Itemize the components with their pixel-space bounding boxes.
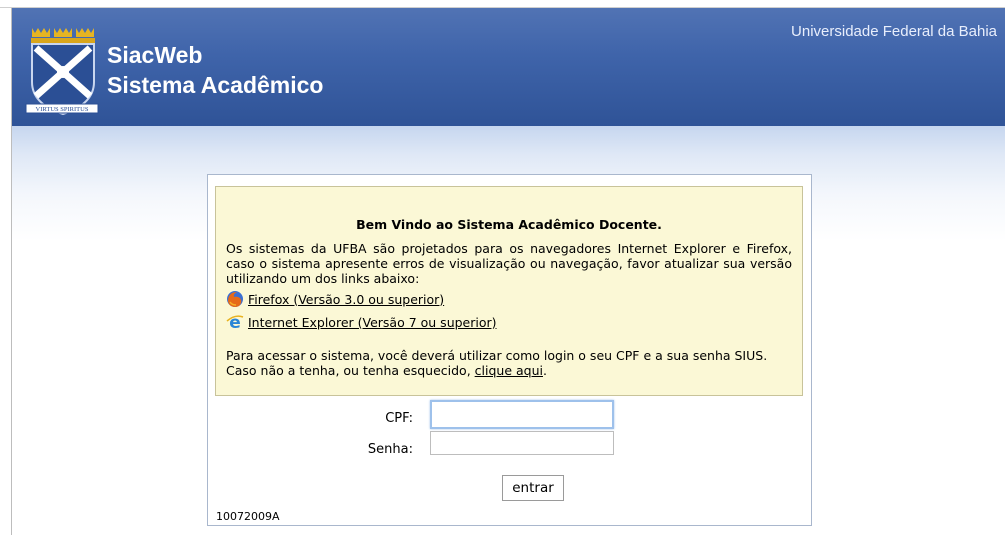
password-label: Senha:	[367, 442, 413, 457]
firefox-link[interactable]: Firefox (Versão 3.0 ou superior)	[248, 292, 444, 307]
app-subtitle: Sistema Acadêmico	[107, 72, 324, 98]
ie-link-row: e Internet Explorer (Versão 7 ou superio…	[226, 312, 792, 332]
welcome-notice: Bem Vindo ao Sistema Acadêmico Docente. …	[215, 186, 803, 396]
password-input[interactable]	[430, 431, 614, 455]
cpf-input[interactable]	[430, 400, 614, 429]
notice-intro: Os sistemas da UFBA são projetados para …	[226, 241, 792, 286]
internet-explorer-icon: e	[226, 313, 244, 331]
logo-motto: VIRTUS SPIRITUS	[36, 106, 89, 113]
firefox-link-row: Firefox (Versão 3.0 ou superior)	[226, 289, 792, 309]
access-text: Para acessar o sistema, você deverá util…	[226, 348, 768, 363]
university-name: Universidade Federal da Bahia	[791, 23, 997, 40]
access-instructions: Para acessar o sistema, você deverá util…	[226, 348, 792, 378]
cpf-label: CPF:	[385, 411, 413, 426]
header-banner: VIRTUS SPIRITUS SiacWeb Sistema Acadêmic…	[12, 8, 1005, 126]
recover-password-link[interactable]: clique aqui	[475, 363, 543, 378]
version-code: 10072009A	[216, 510, 280, 523]
ufba-crest-logo: VIRTUS SPIRITUS	[25, 28, 99, 116]
firefox-icon	[227, 291, 243, 307]
login-panel: Bem Vindo ao Sistema Acadêmico Docente. …	[207, 174, 812, 526]
recover-suffix: .	[542, 363, 547, 378]
internet-explorer-link[interactable]: Internet Explorer (Versão 7 ou superior)	[248, 315, 497, 330]
recover-line: Caso não a tenha, ou tenha esquecido, cl…	[226, 363, 792, 378]
app-name: SiacWeb	[107, 42, 203, 68]
recover-prefix: Caso não a tenha, ou tenha esquecido,	[226, 363, 475, 378]
notice-title: Bem Vindo ao Sistema Acadêmico Docente.	[356, 217, 662, 232]
login-button[interactable]: entrar	[502, 475, 564, 501]
app-title: SiacWeb Sistema Acadêmico	[107, 40, 323, 100]
